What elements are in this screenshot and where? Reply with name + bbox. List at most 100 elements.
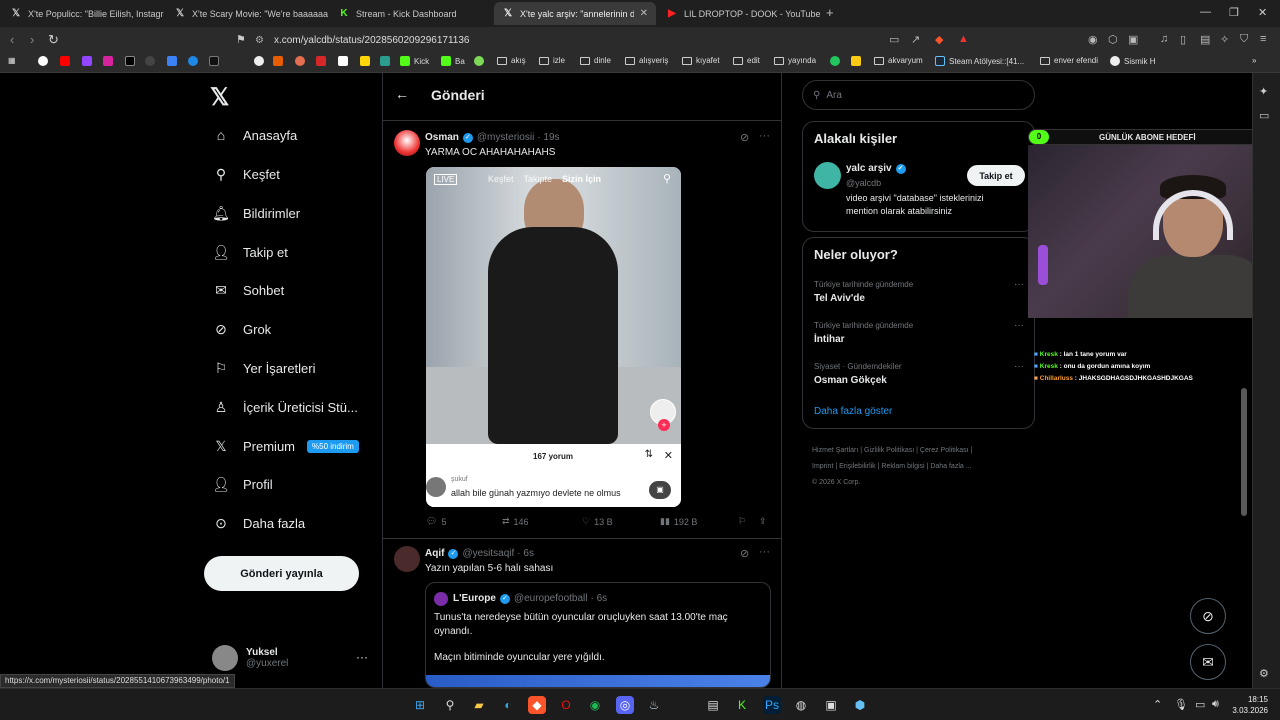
follow-button[interactable]: Takip et	[967, 165, 1025, 186]
bookmark-folder-akis[interactable]: akış	[497, 56, 526, 65]
tweet-handle[interactable]: @yesitsaqif	[462, 548, 514, 559]
footer-link[interactable]: Çerez Politikası	[920, 447, 969, 454]
obs-icon[interactable]: ◍	[792, 696, 810, 714]
trend-item[interactable]: İntihar	[814, 334, 845, 345]
steam-tray-icon[interactable]: ⬢	[851, 696, 869, 714]
bookmark-instagram[interactable]	[103, 56, 117, 66]
tweet-avatar[interactable]	[394, 546, 420, 572]
page-scrollbar[interactable]	[1241, 388, 1247, 516]
tweet-media[interactable]: LIVE Keşfet Takipte Sizin İçin ⚲ + 167 y…	[426, 167, 681, 507]
extension-icon[interactable]: ⬡	[1108, 33, 1118, 46]
bookmark-google[interactable]	[38, 56, 52, 66]
brave-rewards-icon[interactable]: ▲	[958, 33, 969, 45]
bookmark-misc-1[interactable]	[254, 56, 268, 66]
grok-floating-button[interactable]: ⊘	[1190, 598, 1226, 634]
more-icon[interactable]: ···	[759, 130, 770, 142]
footer-link[interactable]: Gizlilik Politikası	[864, 447, 914, 454]
bookmark-kick[interactable]: Kick	[400, 56, 429, 66]
sidebar-toggle-icon[interactable]: ▯	[1180, 33, 1186, 46]
apps-icon[interactable]: ▦	[8, 56, 16, 65]
repost-button[interactable]: ⇄ 146	[502, 516, 529, 527]
new-tab-icon[interactable]: +	[826, 5, 834, 20]
search-icon[interactable]: ⚲	[441, 696, 459, 714]
show-more-link[interactable]: Daha fazla göster	[814, 406, 892, 417]
tab-yalc-arsiv[interactable]: 𝕏X'te yalc arşiv: "annelerinin doğu✕	[494, 2, 656, 25]
vpn-icon[interactable]: ◉	[1088, 33, 1098, 46]
nav-notifications[interactable]: 🔔︎ Bildirimler	[210, 202, 300, 224]
bookmark-green[interactable]	[474, 56, 488, 66]
views-button[interactable]: ▮▮ 192 B	[660, 516, 697, 527]
quoted-tweet[interactable]: L'Europe ✓ @europefootball · 6s Tunus'ta…	[425, 582, 771, 688]
tab-kick-dashboard[interactable]: K Stream - Kick Dashboard	[330, 2, 492, 25]
footer-link[interactable]: Daha fazla ...	[930, 463, 971, 470]
shield-icon[interactable]: ⛉	[1240, 33, 1248, 46]
grok-icon[interactable]: ⊘	[740, 131, 749, 144]
nav-chat[interactable]: ✉ Sohbet	[210, 279, 284, 301]
nav-home[interactable]: ⌂ Anasayfa	[210, 124, 297, 146]
footer-link[interactable]: Imprint	[812, 463, 833, 470]
nav-bookmarks[interactable]: ⚐ Yer İşaretleri	[210, 357, 316, 379]
bookmark-steam[interactable]: Steam Atölyesi::[41...	[935, 56, 1024, 66]
reload-icon[interactable]: ↻	[48, 32, 59, 48]
site-info-icon[interactable]: ⚙	[255, 35, 264, 46]
tray-overflow-icon[interactable]: ⌃	[1153, 698, 1162, 711]
close-window-icon[interactable]: ✕	[1258, 6, 1267, 19]
bookmark-folder-edit[interactable]: edit	[733, 56, 760, 65]
avatar[interactable]	[814, 162, 841, 189]
tweet-author[interactable]: Aqif	[425, 548, 444, 559]
opera-icon[interactable]: O	[557, 696, 575, 714]
terminal-icon[interactable]: ▤	[704, 696, 722, 714]
bookmark-cloud[interactable]	[167, 56, 181, 66]
leo-ai-icon[interactable]: ✦	[1259, 85, 1268, 98]
nav-grok[interactable]: ⊘ Grok	[210, 318, 271, 340]
nav-follow[interactable]: 👤︎ Takip et	[210, 241, 288, 263]
bookmark-misc-2[interactable]	[273, 56, 287, 66]
close-tab-icon[interactable]: ✕	[634, 8, 648, 19]
bookmark-ba[interactable]: Ba	[441, 56, 465, 66]
nav-more[interactable]: ⊙ Daha fazla	[210, 512, 305, 534]
trend-item[interactable]: Osman Gökçek	[814, 375, 887, 386]
messages-floating-button[interactable]: ✉	[1190, 644, 1226, 680]
bookmark-icon[interactable]: ⚑	[236, 33, 246, 46]
bookmark-folder-yayinda[interactable]: yayında	[774, 56, 816, 65]
bookmark-folder-akvaryum[interactable]: akvaryum	[874, 56, 923, 65]
photoshop-icon[interactable]: Ps	[763, 696, 781, 714]
bookmark-w[interactable]	[209, 56, 223, 66]
reading-list-icon[interactable]: ▭	[1259, 109, 1269, 122]
wallet-icon[interactable]: ▤	[1200, 33, 1210, 46]
bookmarks-overflow-icon[interactable]: »	[1252, 56, 1256, 65]
related-handle[interactable]: @yalcdb	[846, 178, 881, 188]
bookmark-misc-5[interactable]	[360, 56, 374, 66]
more-icon[interactable]: ···	[1014, 320, 1024, 331]
account-switcher[interactable]: Yuksel @yuxerel	[212, 645, 288, 671]
settings-gear-icon[interactable]: ⚙	[1259, 667, 1269, 680]
tab-scary-movie[interactable]: 𝕏 X'te Scary Movie: "We're baaaaaack	[166, 2, 328, 25]
bookmark-amazon[interactable]	[338, 56, 352, 66]
bookmark-misc-3[interactable]	[295, 56, 309, 66]
microphone-icon[interactable]: 🎙︎	[1174, 698, 1188, 711]
tweet-avatar[interactable]	[394, 130, 420, 156]
reply-button[interactable]: 💬︎ 5	[426, 516, 446, 527]
discord-icon[interactable]: ◎	[616, 696, 634, 714]
media-icon[interactable]: ♫	[1160, 33, 1168, 45]
footer-link[interactable]: Erişilebilirlik	[839, 463, 876, 470]
search-input[interactable]: ⚲ Ara	[802, 80, 1035, 110]
tab-billie[interactable]: 𝕏 X'te Populicc: "Billie Eilish, Instagra…	[2, 2, 164, 25]
nav-premium[interactable]: 𝕏 Premium %50 indirim	[210, 435, 359, 457]
more-icon[interactable]: ···	[1014, 279, 1024, 290]
nav-profile[interactable]: 👤︎ Profil	[210, 473, 273, 495]
bookmark-folder-kiyafet[interactable]: kıyafet	[682, 56, 720, 65]
url-field[interactable]: ⚙ x.com/yalcdb/status/202856020929617113…	[255, 30, 975, 50]
bookmark-youtube[interactable]	[60, 56, 74, 66]
bookmark-folder-alisveris[interactable]: alışveriş	[625, 56, 668, 65]
post-button[interactable]: Gönderi yayınla	[204, 556, 359, 591]
forward-icon[interactable]: ›	[30, 32, 34, 47]
install-icon[interactable]: ▭	[889, 33, 899, 46]
brave-icon[interactable]: ◆	[528, 696, 546, 714]
bookmark-twitch[interactable]	[82, 56, 96, 66]
bookmark-yellow[interactable]	[851, 56, 865, 66]
more-icon[interactable]: ···	[759, 546, 770, 558]
spotify-icon[interactable]: ◉	[586, 696, 604, 714]
leo-icon[interactable]: ✧	[1220, 33, 1229, 46]
volume-icon[interactable]: 🔊︎	[1212, 698, 1219, 711]
